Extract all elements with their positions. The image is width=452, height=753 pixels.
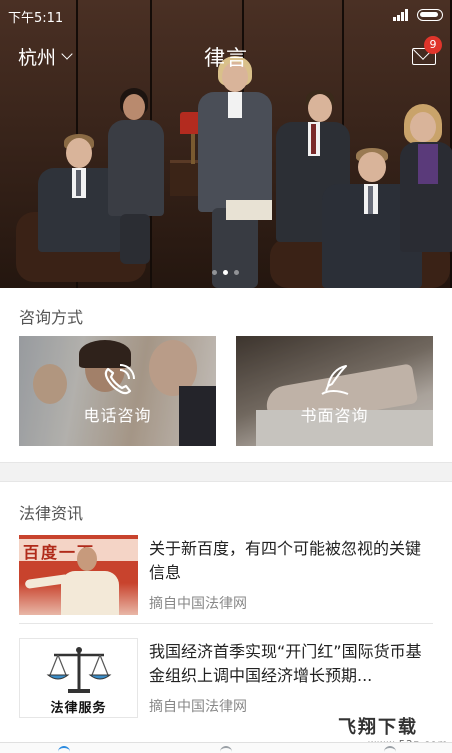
written-consult-label: 书面咨询 <box>300 406 369 425</box>
watermark-main: 飞翔下载 <box>338 717 418 738</box>
tab-icon[interactable] <box>384 746 396 753</box>
home-tab-icon[interactable] <box>58 746 70 753</box>
phone-icon <box>104 364 135 395</box>
news-headline: 我国经济首季实现“开门红”国际货币基金组织上调中国经济增长预期... <box>149 642 422 685</box>
consult-section-title: 咨询方式 <box>19 308 84 327</box>
news-item[interactable]: 法律服务 我国经济首季实现“开门红”国际货币基金组织上调中国经济增长预期... … <box>19 638 433 718</box>
unread-badge: 9 <box>424 36 442 54</box>
lamp-stem <box>191 134 195 164</box>
app-title: 律言 <box>204 46 248 70</box>
carousel-indicator <box>212 270 239 275</box>
written-consult-card[interactable]: 书面咨询 <box>236 336 433 446</box>
quill-icon <box>320 365 348 395</box>
thumb-label: 法律服务 <box>50 701 107 716</box>
carousel-dot[interactable] <box>234 270 239 275</box>
battery-icon <box>417 9 443 21</box>
news-thumbnail: 百度一下 <box>19 535 138 615</box>
tab-icon[interactable] <box>220 746 232 753</box>
phone-consult-card[interactable]: 电话咨询 <box>19 336 216 446</box>
bottom-nav <box>0 742 452 753</box>
section-divider <box>0 462 452 482</box>
list-divider <box>19 623 433 624</box>
status-bar: 下午5:11 <box>0 0 452 30</box>
news-source: 摘自中国法律网 <box>149 699 247 715</box>
scales-icon <box>46 647 112 693</box>
carousel-dot-active[interactable] <box>223 270 228 275</box>
carousel-dot[interactable] <box>212 270 217 275</box>
news-source: 摘自中国法律网 <box>149 596 247 612</box>
app-header: 杭州 律言 9 <box>0 36 452 74</box>
news-section-title: 法律资讯 <box>19 504 84 523</box>
signal-icon <box>393 9 409 21</box>
news-thumbnail: 法律服务 <box>19 638 138 718</box>
news-headline: 关于新百度，有四个可能被忽视的关键信息 <box>149 539 422 582</box>
phone-consult-label: 电话咨询 <box>83 406 152 425</box>
status-time: 下午5:11 <box>8 11 64 26</box>
news-item[interactable]: 百度一下 关于新百度，有四个可能被忽视的关键信息 摘自中国法律网 <box>19 535 433 615</box>
